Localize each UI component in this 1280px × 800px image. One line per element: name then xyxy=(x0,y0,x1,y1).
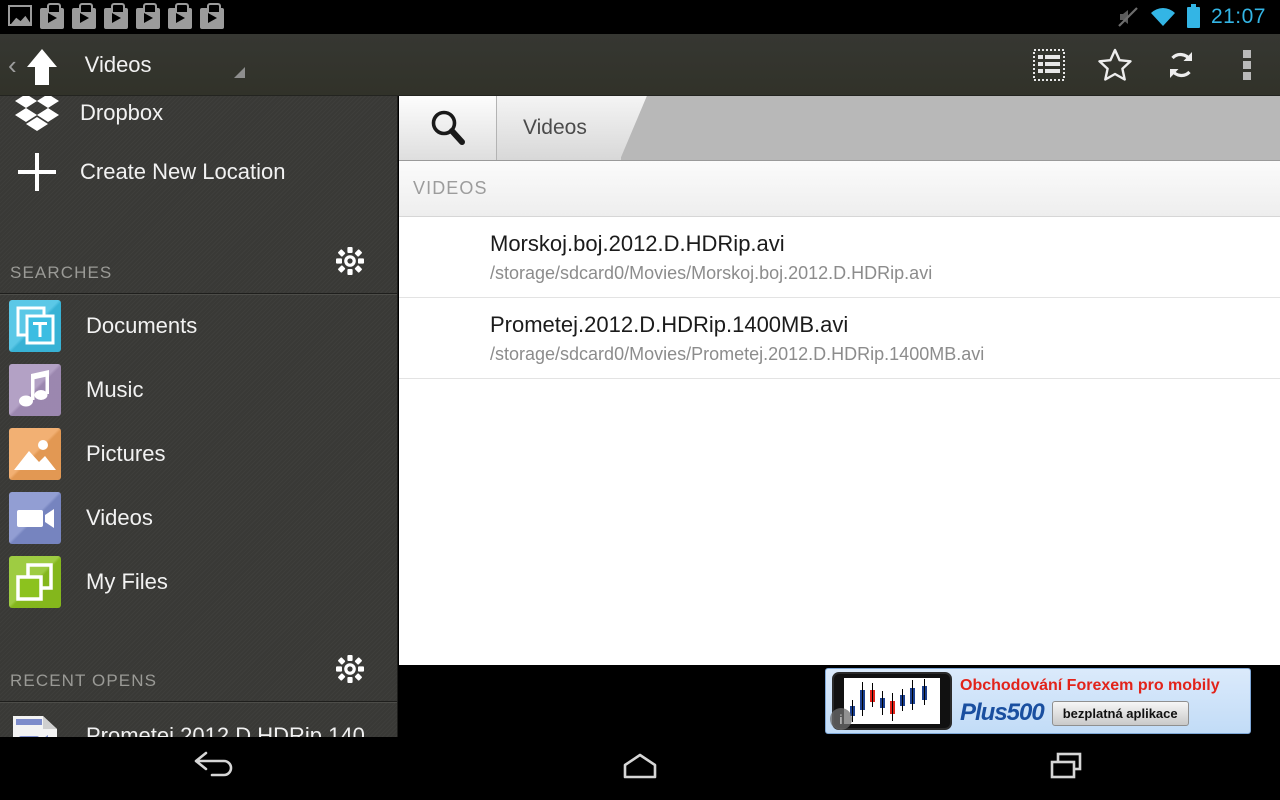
plus-icon xyxy=(8,149,66,195)
ad-text-block: Obchodování Forexem pro mobily Plus500 b… xyxy=(952,675,1250,727)
action-bar-actions xyxy=(1016,34,1280,96)
sidebar-item-label: Create New Location xyxy=(80,159,285,185)
recent-apps-icon xyxy=(1044,750,1090,787)
back-chevron-icon[interactable]: ‹ xyxy=(0,52,19,78)
home-icon xyxy=(617,751,663,786)
ad-brand-logo: Plus500 xyxy=(960,699,1044,727)
breadcrumb-label: Videos xyxy=(523,116,587,140)
pictures-icon xyxy=(6,428,64,480)
refresh-icon[interactable] xyxy=(1148,34,1214,96)
status-clock: 21:07 xyxy=(1211,5,1266,29)
breadcrumb: Videos xyxy=(399,96,1280,161)
documents-icon xyxy=(6,300,64,352)
my-files-icon xyxy=(6,556,64,608)
recent-opens-header-label: RECENT OPENS xyxy=(10,671,157,691)
file-list-item[interactable]: Prometej.2012.D.HDRip.1400MB.avi /storag… xyxy=(399,298,1280,379)
breadcrumb-item-videos[interactable]: Videos xyxy=(497,96,621,160)
notification-icons[interactable] xyxy=(0,5,226,29)
file-name: Prometej.2012.D.HDRip.1400MB.avi xyxy=(490,310,1280,340)
recent-open-item[interactable]: Prometej.2012.D.HDRip.140… xyxy=(0,702,397,737)
home-button[interactable] xyxy=(427,737,854,800)
sidebar-item-videos[interactable]: Videos xyxy=(0,486,397,550)
breadcrumb-empty-area xyxy=(621,96,1280,160)
overflow-icon[interactable] xyxy=(1214,34,1280,96)
video-notification-icon xyxy=(136,5,162,29)
status-bar: 21:07 xyxy=(0,0,1280,34)
searches-header-label: SEARCHES xyxy=(10,263,112,283)
up-arrow-icon[interactable] xyxy=(19,43,63,87)
gear-icon[interactable] xyxy=(335,654,365,689)
video-notification-icon xyxy=(72,5,98,29)
system-navigation-bar xyxy=(0,737,1280,800)
file-name: Morskoj.boj.2012.D.HDRip.avi xyxy=(490,229,1280,259)
wifi-icon xyxy=(1150,7,1176,27)
status-bar-right: 21:07 xyxy=(1117,5,1280,29)
sidebar-item-label: Pictures xyxy=(86,441,165,467)
sidebar-item-create-new-location[interactable]: Create New Location xyxy=(0,140,397,204)
video-notification-icon xyxy=(104,5,130,29)
navigation-drawer: Dropbox Create New Location SEARCHES xyxy=(0,96,398,737)
video-file-icon xyxy=(6,710,64,737)
recent-open-label: Prometej.2012.D.HDRip.140… xyxy=(86,723,387,737)
content-pane: Videos VIDEOS Morskoj.boj.2012.D.HDRip.a… xyxy=(399,96,1280,665)
list-view-icon[interactable] xyxy=(1016,34,1082,96)
sidebar-item-my-files[interactable]: My Files xyxy=(0,550,397,614)
page-title: Videos xyxy=(85,52,152,78)
video-notification-icon xyxy=(40,5,66,29)
ad-info-badge[interactable]: i xyxy=(830,708,852,730)
back-arrow-icon xyxy=(190,749,236,788)
ad-headline: Obchodování Forexem pro mobily xyxy=(960,675,1250,697)
searches-section-header: SEARCHES xyxy=(0,232,397,294)
file-path: /storage/sdcard0/Movies/Prometej.2012.D.… xyxy=(490,340,1280,368)
android-screen: 21:07 ‹ Videos xyxy=(0,0,1280,800)
action-bar: ‹ Videos xyxy=(0,34,1280,96)
recent-opens-section-header: RECENT OPENS xyxy=(0,640,397,702)
video-notification-icon xyxy=(200,5,226,29)
sidebar-item-music[interactable]: Music xyxy=(0,358,397,422)
music-icon xyxy=(6,364,64,416)
video-notification-icon xyxy=(168,5,194,29)
battery-icon xyxy=(1187,7,1200,28)
sidebar-item-pictures[interactable]: Pictures xyxy=(0,422,397,486)
sidebar-item-label: My Files xyxy=(86,569,168,595)
ad-banner[interactable]: i Obchodování Forexem pro mobily Plus500 xyxy=(825,668,1251,734)
back-button[interactable] xyxy=(0,737,427,800)
gear-icon[interactable] xyxy=(335,246,365,281)
ad-cta-button[interactable]: bezplatná aplikace xyxy=(1052,701,1189,726)
file-list-item[interactable]: Morskoj.boj.2012.D.HDRip.avi /storage/sd… xyxy=(399,217,1280,298)
file-path: /storage/sdcard0/Movies/Morskoj.boj.2012… xyxy=(490,259,1280,287)
dropbox-icon xyxy=(8,96,66,136)
sidebar-item-dropbox[interactable]: Dropbox xyxy=(0,96,397,140)
star-icon[interactable] xyxy=(1082,34,1148,96)
search-icon[interactable] xyxy=(399,96,497,160)
image-icon xyxy=(8,5,34,29)
videos-icon xyxy=(6,492,64,544)
sidebar-item-label: Videos xyxy=(86,505,153,531)
triangle-icon[interactable] xyxy=(234,67,245,78)
mute-icon xyxy=(1117,6,1139,28)
sidebar-item-label: Dropbox xyxy=(80,100,163,126)
section-title: VIDEOS xyxy=(399,161,1280,217)
sidebar-item-documents[interactable]: Documents xyxy=(0,294,397,358)
sidebar-item-label: Documents xyxy=(86,313,197,339)
candlestick-chart-image xyxy=(844,678,940,724)
ad-zone: i Obchodování Forexem pro mobily Plus500 xyxy=(399,665,1280,737)
recents-button[interactable] xyxy=(853,737,1280,800)
sidebar-item-label: Music xyxy=(86,377,143,403)
